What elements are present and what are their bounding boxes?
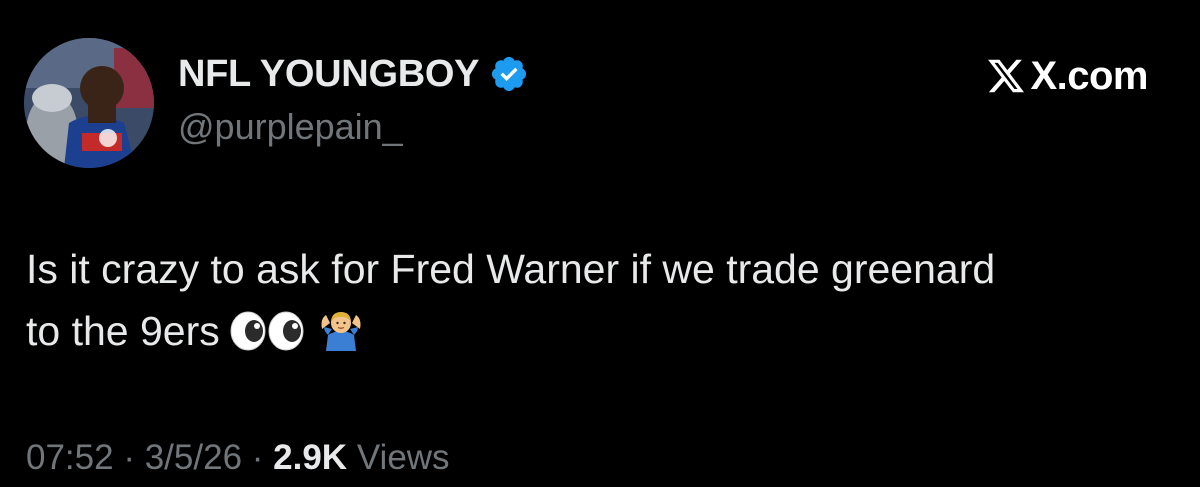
display-name[interactable]: NFL YOUNGBOY (178, 53, 479, 96)
meta-separator: · (123, 438, 135, 477)
tweet-text: Is it crazy to ask for Fred Warner if we… (26, 238, 1186, 362)
tweet-text-line-2: to the 9ers (26, 300, 1186, 362)
tweet-text-line-1: Is it crazy to ask for Fred Warner if we… (26, 246, 996, 292)
tweet-text-line-2-text: to the 9ers (26, 308, 220, 354)
meta-separator: · (251, 438, 264, 477)
views-label: Views (356, 438, 450, 477)
tweet-date[interactable]: 3/5/26 (145, 438, 242, 477)
profile-avatar[interactable] (24, 38, 154, 168)
tweet-card: NFL YOUNGBOY @purplepain_ X.com Is it cr… (0, 0, 1200, 487)
views-count[interactable]: 2.9K (273, 438, 347, 477)
site-brand: X.com (984, 52, 1148, 100)
tweet-time[interactable]: 07:52 (26, 438, 114, 477)
verified-badge-icon (492, 56, 527, 92)
eyes-emoji-icon (230, 311, 304, 351)
author-handle[interactable]: @purplepain_ (178, 106, 403, 148)
site-domain: X.com (1030, 53, 1148, 98)
person-shrugging-emoji-icon (321, 312, 361, 351)
tweet-meta: 07:52 · 3/5/26 · 2.9K Views (26, 438, 450, 478)
author-name-row: NFL YOUNGBOY (178, 50, 529, 98)
x-logo-icon (988, 59, 1025, 93)
player-avatar-icon (24, 38, 154, 168)
